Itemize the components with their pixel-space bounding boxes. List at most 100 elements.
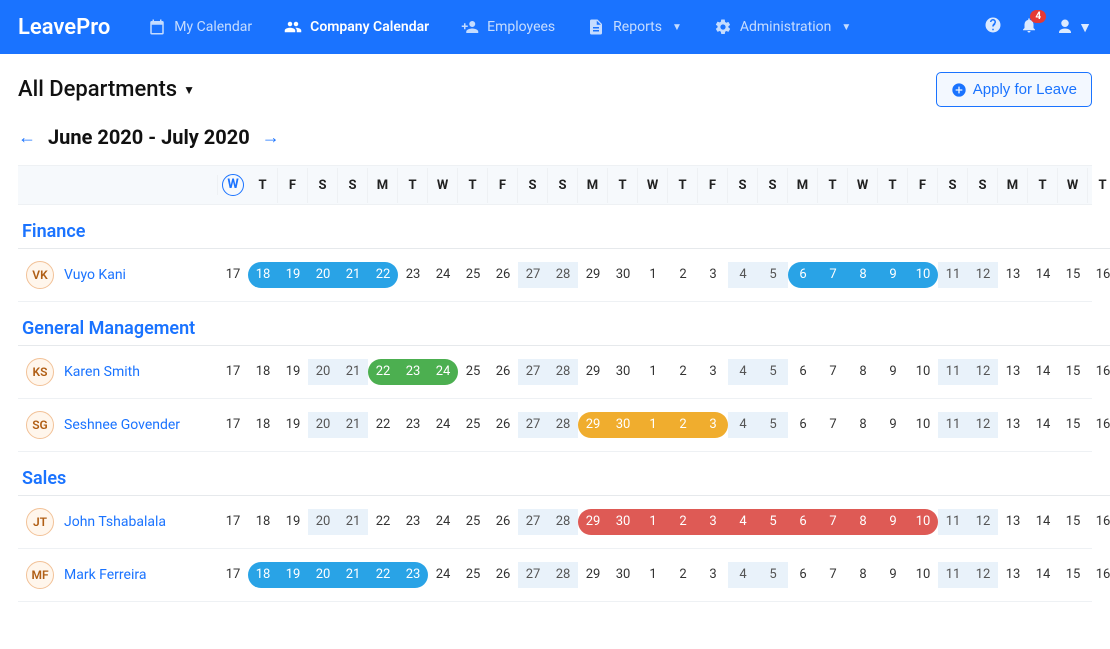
- employee-name-link[interactable]: Karen Smith: [64, 364, 140, 380]
- day-cell[interactable]: 28: [548, 562, 578, 588]
- day-cell[interactable]: 20: [308, 359, 338, 385]
- day-cell[interactable]: 8: [848, 262, 878, 288]
- day-cell[interactable]: 1: [638, 509, 668, 535]
- day-cell[interactable]: 28: [548, 509, 578, 535]
- day-cell[interactable]: 7: [818, 412, 848, 438]
- day-cell[interactable]: 27: [518, 562, 548, 588]
- day-cell[interactable]: 23: [398, 359, 428, 385]
- day-cell[interactable]: 27: [518, 509, 548, 535]
- day-cell[interactable]: 4: [728, 359, 758, 385]
- day-cell[interactable]: 29: [578, 509, 608, 535]
- day-cell[interactable]: 17: [218, 562, 248, 588]
- day-cell[interactable]: 25: [458, 562, 488, 588]
- day-cell[interactable]: 26: [488, 412, 518, 438]
- day-cell[interactable]: 12: [968, 562, 998, 588]
- day-cell[interactable]: 15: [1058, 359, 1088, 385]
- day-cell[interactable]: 29: [578, 262, 608, 288]
- day-cell[interactable]: 29: [578, 562, 608, 588]
- department-filter-dropdown[interactable]: All Departments ▼: [18, 77, 195, 102]
- day-cell[interactable]: 21: [338, 262, 368, 288]
- day-cell[interactable]: 6: [788, 262, 818, 288]
- day-cell[interactable]: 5: [758, 562, 788, 588]
- day-cell[interactable]: 13: [998, 262, 1028, 288]
- day-cell[interactable]: 3: [698, 412, 728, 438]
- day-cell[interactable]: 10: [908, 359, 938, 385]
- day-cell[interactable]: 14: [1028, 262, 1058, 288]
- nav-item-employees[interactable]: Employees: [447, 10, 569, 44]
- day-cell[interactable]: 20: [308, 262, 338, 288]
- day-cell[interactable]: 17: [218, 412, 248, 438]
- day-cell[interactable]: 19: [278, 509, 308, 535]
- day-cell[interactable]: 4: [728, 262, 758, 288]
- day-cell[interactable]: 1: [638, 412, 668, 438]
- day-cell[interactable]: 7: [818, 562, 848, 588]
- day-cell[interactable]: 23: [398, 412, 428, 438]
- day-cell[interactable]: 19: [278, 262, 308, 288]
- day-cell[interactable]: 12: [968, 359, 998, 385]
- day-cell[interactable]: 27: [518, 412, 548, 438]
- day-cell[interactable]: 19: [278, 359, 308, 385]
- day-cell[interactable]: 15: [1058, 509, 1088, 535]
- day-cell[interactable]: 27: [518, 262, 548, 288]
- day-cell[interactable]: 30: [608, 359, 638, 385]
- day-cell[interactable]: 9: [878, 562, 908, 588]
- day-cell[interactable]: 7: [818, 509, 848, 535]
- day-cell[interactable]: 11: [938, 359, 968, 385]
- day-cell[interactable]: 5: [758, 412, 788, 438]
- day-cell[interactable]: 23: [398, 562, 428, 588]
- day-cell[interactable]: 21: [338, 412, 368, 438]
- day-cell[interactable]: 12: [968, 509, 998, 535]
- day-cell[interactable]: 28: [548, 412, 578, 438]
- day-cell[interactable]: 21: [338, 509, 368, 535]
- day-cell[interactable]: 6: [788, 359, 818, 385]
- day-cell[interactable]: 25: [458, 359, 488, 385]
- help-icon[interactable]: [984, 16, 1002, 38]
- day-cell[interactable]: 30: [608, 412, 638, 438]
- day-cell[interactable]: 6: [788, 562, 818, 588]
- day-cell[interactable]: 18: [248, 509, 278, 535]
- day-cell[interactable]: 20: [308, 509, 338, 535]
- day-cell[interactable]: 5: [758, 262, 788, 288]
- day-cell[interactable]: 21: [338, 359, 368, 385]
- day-cell[interactable]: 18: [248, 562, 278, 588]
- day-cell[interactable]: 22: [368, 262, 398, 288]
- day-cell[interactable]: 14: [1028, 562, 1058, 588]
- day-cell[interactable]: 24: [428, 562, 458, 588]
- day-cell[interactable]: 20: [308, 562, 338, 588]
- day-cell[interactable]: 13: [998, 509, 1028, 535]
- day-cell[interactable]: 1: [638, 262, 668, 288]
- day-cell[interactable]: 29: [578, 412, 608, 438]
- employee-name-link[interactable]: John Tshabalala: [64, 514, 166, 530]
- day-cell[interactable]: 18: [248, 359, 278, 385]
- day-cell[interactable]: 3: [698, 262, 728, 288]
- day-cell[interactable]: 24: [428, 509, 458, 535]
- day-cell[interactable]: 27: [518, 359, 548, 385]
- day-cell[interactable]: 24: [428, 262, 458, 288]
- day-cell[interactable]: 1: [638, 562, 668, 588]
- day-cell[interactable]: 12: [968, 412, 998, 438]
- day-cell[interactable]: 10: [908, 509, 938, 535]
- day-cell[interactable]: 22: [368, 509, 398, 535]
- day-cell[interactable]: 22: [368, 412, 398, 438]
- day-cell[interactable]: 29: [578, 359, 608, 385]
- day-cell[interactable]: 8: [848, 359, 878, 385]
- day-cell[interactable]: 12: [968, 262, 998, 288]
- day-cell[interactable]: 21: [338, 562, 368, 588]
- day-cell[interactable]: 3: [698, 562, 728, 588]
- day-cell[interactable]: 6: [788, 509, 818, 535]
- day-cell[interactable]: 8: [848, 509, 878, 535]
- day-cell[interactable]: 30: [608, 262, 638, 288]
- day-cell[interactable]: 10: [908, 412, 938, 438]
- day-cell[interactable]: 22: [368, 359, 398, 385]
- day-cell[interactable]: 20: [308, 412, 338, 438]
- day-cell[interactable]: 16: [1088, 262, 1110, 288]
- user-menu-icon[interactable]: ▼: [1056, 18, 1092, 36]
- day-cell[interactable]: 26: [488, 262, 518, 288]
- day-cell[interactable]: 4: [728, 412, 758, 438]
- day-cell[interactable]: 16: [1088, 509, 1110, 535]
- day-cell[interactable]: 15: [1058, 412, 1088, 438]
- day-cell[interactable]: 10: [908, 262, 938, 288]
- day-cell[interactable]: 26: [488, 562, 518, 588]
- day-cell[interactable]: 18: [248, 412, 278, 438]
- day-cell[interactable]: 7: [818, 359, 848, 385]
